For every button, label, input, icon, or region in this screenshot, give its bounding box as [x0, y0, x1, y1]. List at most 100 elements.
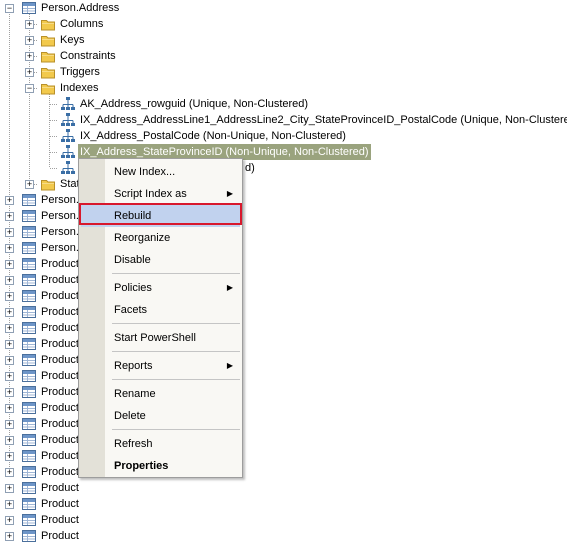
node-label: Constraints — [60, 50, 116, 62]
expand-icon[interactable]: + — [5, 212, 14, 221]
menu-facets-label: Facets — [114, 304, 148, 316]
menu-properties[interactable]: Properties — [81, 455, 240, 477]
expand-icon[interactable]: + — [5, 484, 14, 493]
expand-icon[interactable]: + — [25, 68, 34, 77]
submenu-arrow-icon: ▶ — [226, 361, 233, 370]
collapse-icon[interactable]: − — [25, 84, 34, 93]
tree-folder-columns[interactable]: + Columns — [0, 16, 567, 32]
node-label: Product — [41, 370, 79, 382]
menu-rename-label: Rename — [114, 388, 156, 400]
tree-node-production[interactable]: + Product — [0, 480, 567, 496]
expand-icon[interactable]: + — [25, 180, 34, 189]
expand-icon[interactable]: + — [5, 436, 14, 445]
tree-folder-triggers[interactable]: + Triggers — [0, 64, 567, 80]
node-label: IX_Address_PostalCode (Non-Unique, Non-C… — [80, 130, 346, 142]
menu-delete[interactable]: Delete — [81, 405, 240, 427]
node-label: Person.Address — [41, 2, 120, 14]
node-label: Indexes — [60, 82, 99, 94]
menu-start-powershell[interactable]: Start PowerShell — [81, 327, 240, 349]
menu-separator — [112, 379, 240, 380]
menu-rebuild[interactable]: Rebuild — [79, 203, 242, 227]
menu-policies[interactable]: Policies ▶ — [81, 277, 240, 299]
tree-node-person-address[interactable]: − Person.Address — [0, 0, 567, 16]
node-label: Person. — [41, 242, 79, 254]
menu-rename[interactable]: Rename — [81, 383, 240, 405]
expand-icon[interactable]: + — [5, 260, 14, 269]
expand-icon[interactable]: + — [25, 36, 34, 45]
expand-icon[interactable]: + — [5, 516, 14, 525]
node-label: Product — [41, 306, 79, 318]
node-label: Person. — [41, 226, 79, 238]
expand-icon[interactable]: + — [5, 420, 14, 429]
expand-icon[interactable]: + — [25, 52, 34, 61]
tree-folder-constraints[interactable]: + Constraints — [0, 48, 567, 64]
table-icon — [21, 272, 37, 288]
menu-start-powershell-label: Start PowerShell — [114, 332, 196, 344]
index-icon — [60, 160, 76, 176]
menu-script-index-as-label: Script Index as — [114, 188, 187, 200]
index-icon — [60, 96, 76, 112]
menu-policies-label: Policies — [114, 282, 152, 294]
tree-node-production[interactable]: + Product — [0, 496, 567, 512]
expand-icon[interactable]: + — [5, 356, 14, 365]
menu-facets[interactable]: Facets — [81, 299, 240, 321]
tree-index-0[interactable]: AK_Address_rowguid (Unique, Non-Clustere… — [0, 96, 567, 112]
expand-icon[interactable]: + — [5, 500, 14, 509]
tree-index-1[interactable]: IX_Address_AddressLine1_AddressLine2_Cit… — [0, 112, 567, 128]
table-icon — [21, 288, 37, 304]
submenu-arrow-icon: ▶ — [226, 283, 233, 292]
node-label: Product — [41, 466, 79, 478]
expand-icon[interactable]: + — [5, 244, 14, 253]
node-label: Product — [41, 434, 79, 446]
expand-icon[interactable]: + — [25, 20, 34, 29]
table-icon — [21, 384, 37, 400]
expand-icon[interactable]: + — [5, 388, 14, 397]
table-icon — [21, 528, 37, 544]
expand-icon[interactable]: + — [5, 532, 14, 541]
expand-icon[interactable]: + — [5, 468, 14, 477]
node-label: Product — [41, 354, 79, 366]
expand-icon[interactable]: + — [5, 228, 14, 237]
collapse-icon[interactable]: − — [5, 4, 14, 13]
node-label: Columns — [60, 18, 104, 30]
node-label: Product — [41, 258, 79, 270]
table-icon — [21, 480, 37, 496]
expand-icon[interactable]: + — [5, 308, 14, 317]
menu-new-index[interactable]: New Index... — [81, 161, 240, 183]
menu-script-index-as[interactable]: Script Index as ▶ — [81, 183, 240, 205]
expand-icon[interactable]: + — [5, 372, 14, 381]
node-label: Product — [41, 386, 79, 398]
folder-icon — [40, 80, 56, 96]
expand-icon[interactable]: + — [5, 324, 14, 333]
expand-icon[interactable]: + — [5, 196, 14, 205]
node-label: Product — [41, 322, 79, 334]
tree-index-2[interactable]: IX_Address_PostalCode (Non-Unique, Non-C… — [0, 128, 567, 144]
table-icon — [21, 0, 37, 16]
expand-icon[interactable]: + — [5, 452, 14, 461]
menu-separator — [112, 429, 240, 430]
menu-delete-label: Delete — [114, 410, 146, 422]
expand-icon[interactable]: + — [5, 276, 14, 285]
folder-icon — [40, 16, 56, 32]
menu-reorganize[interactable]: Reorganize — [81, 227, 240, 249]
menu-disable-label: Disable — [114, 254, 151, 266]
expand-icon[interactable]: + — [5, 292, 14, 301]
table-icon — [21, 240, 37, 256]
node-label: Person. — [41, 210, 79, 222]
tree-folder-keys[interactable]: + Keys — [0, 32, 567, 48]
table-icon — [21, 400, 37, 416]
node-label: Product — [41, 338, 79, 350]
index-icon — [60, 144, 76, 160]
submenu-arrow-icon: ▶ — [226, 189, 233, 198]
tree-node-production[interactable]: + Product — [0, 528, 567, 544]
node-label: d) — [245, 162, 255, 174]
expand-icon[interactable]: + — [5, 404, 14, 413]
menu-refresh[interactable]: Refresh — [81, 433, 240, 455]
node-label: AK_Address_rowguid (Unique, Non-Clustere… — [80, 98, 309, 110]
index-icon — [60, 112, 76, 128]
tree-folder-indexes[interactable]: − Indexes — [0, 80, 567, 96]
menu-disable[interactable]: Disable — [81, 249, 240, 271]
expand-icon[interactable]: + — [5, 340, 14, 349]
tree-node-production[interactable]: + Product — [0, 512, 567, 528]
menu-reports[interactable]: Reports ▶ — [81, 355, 240, 377]
